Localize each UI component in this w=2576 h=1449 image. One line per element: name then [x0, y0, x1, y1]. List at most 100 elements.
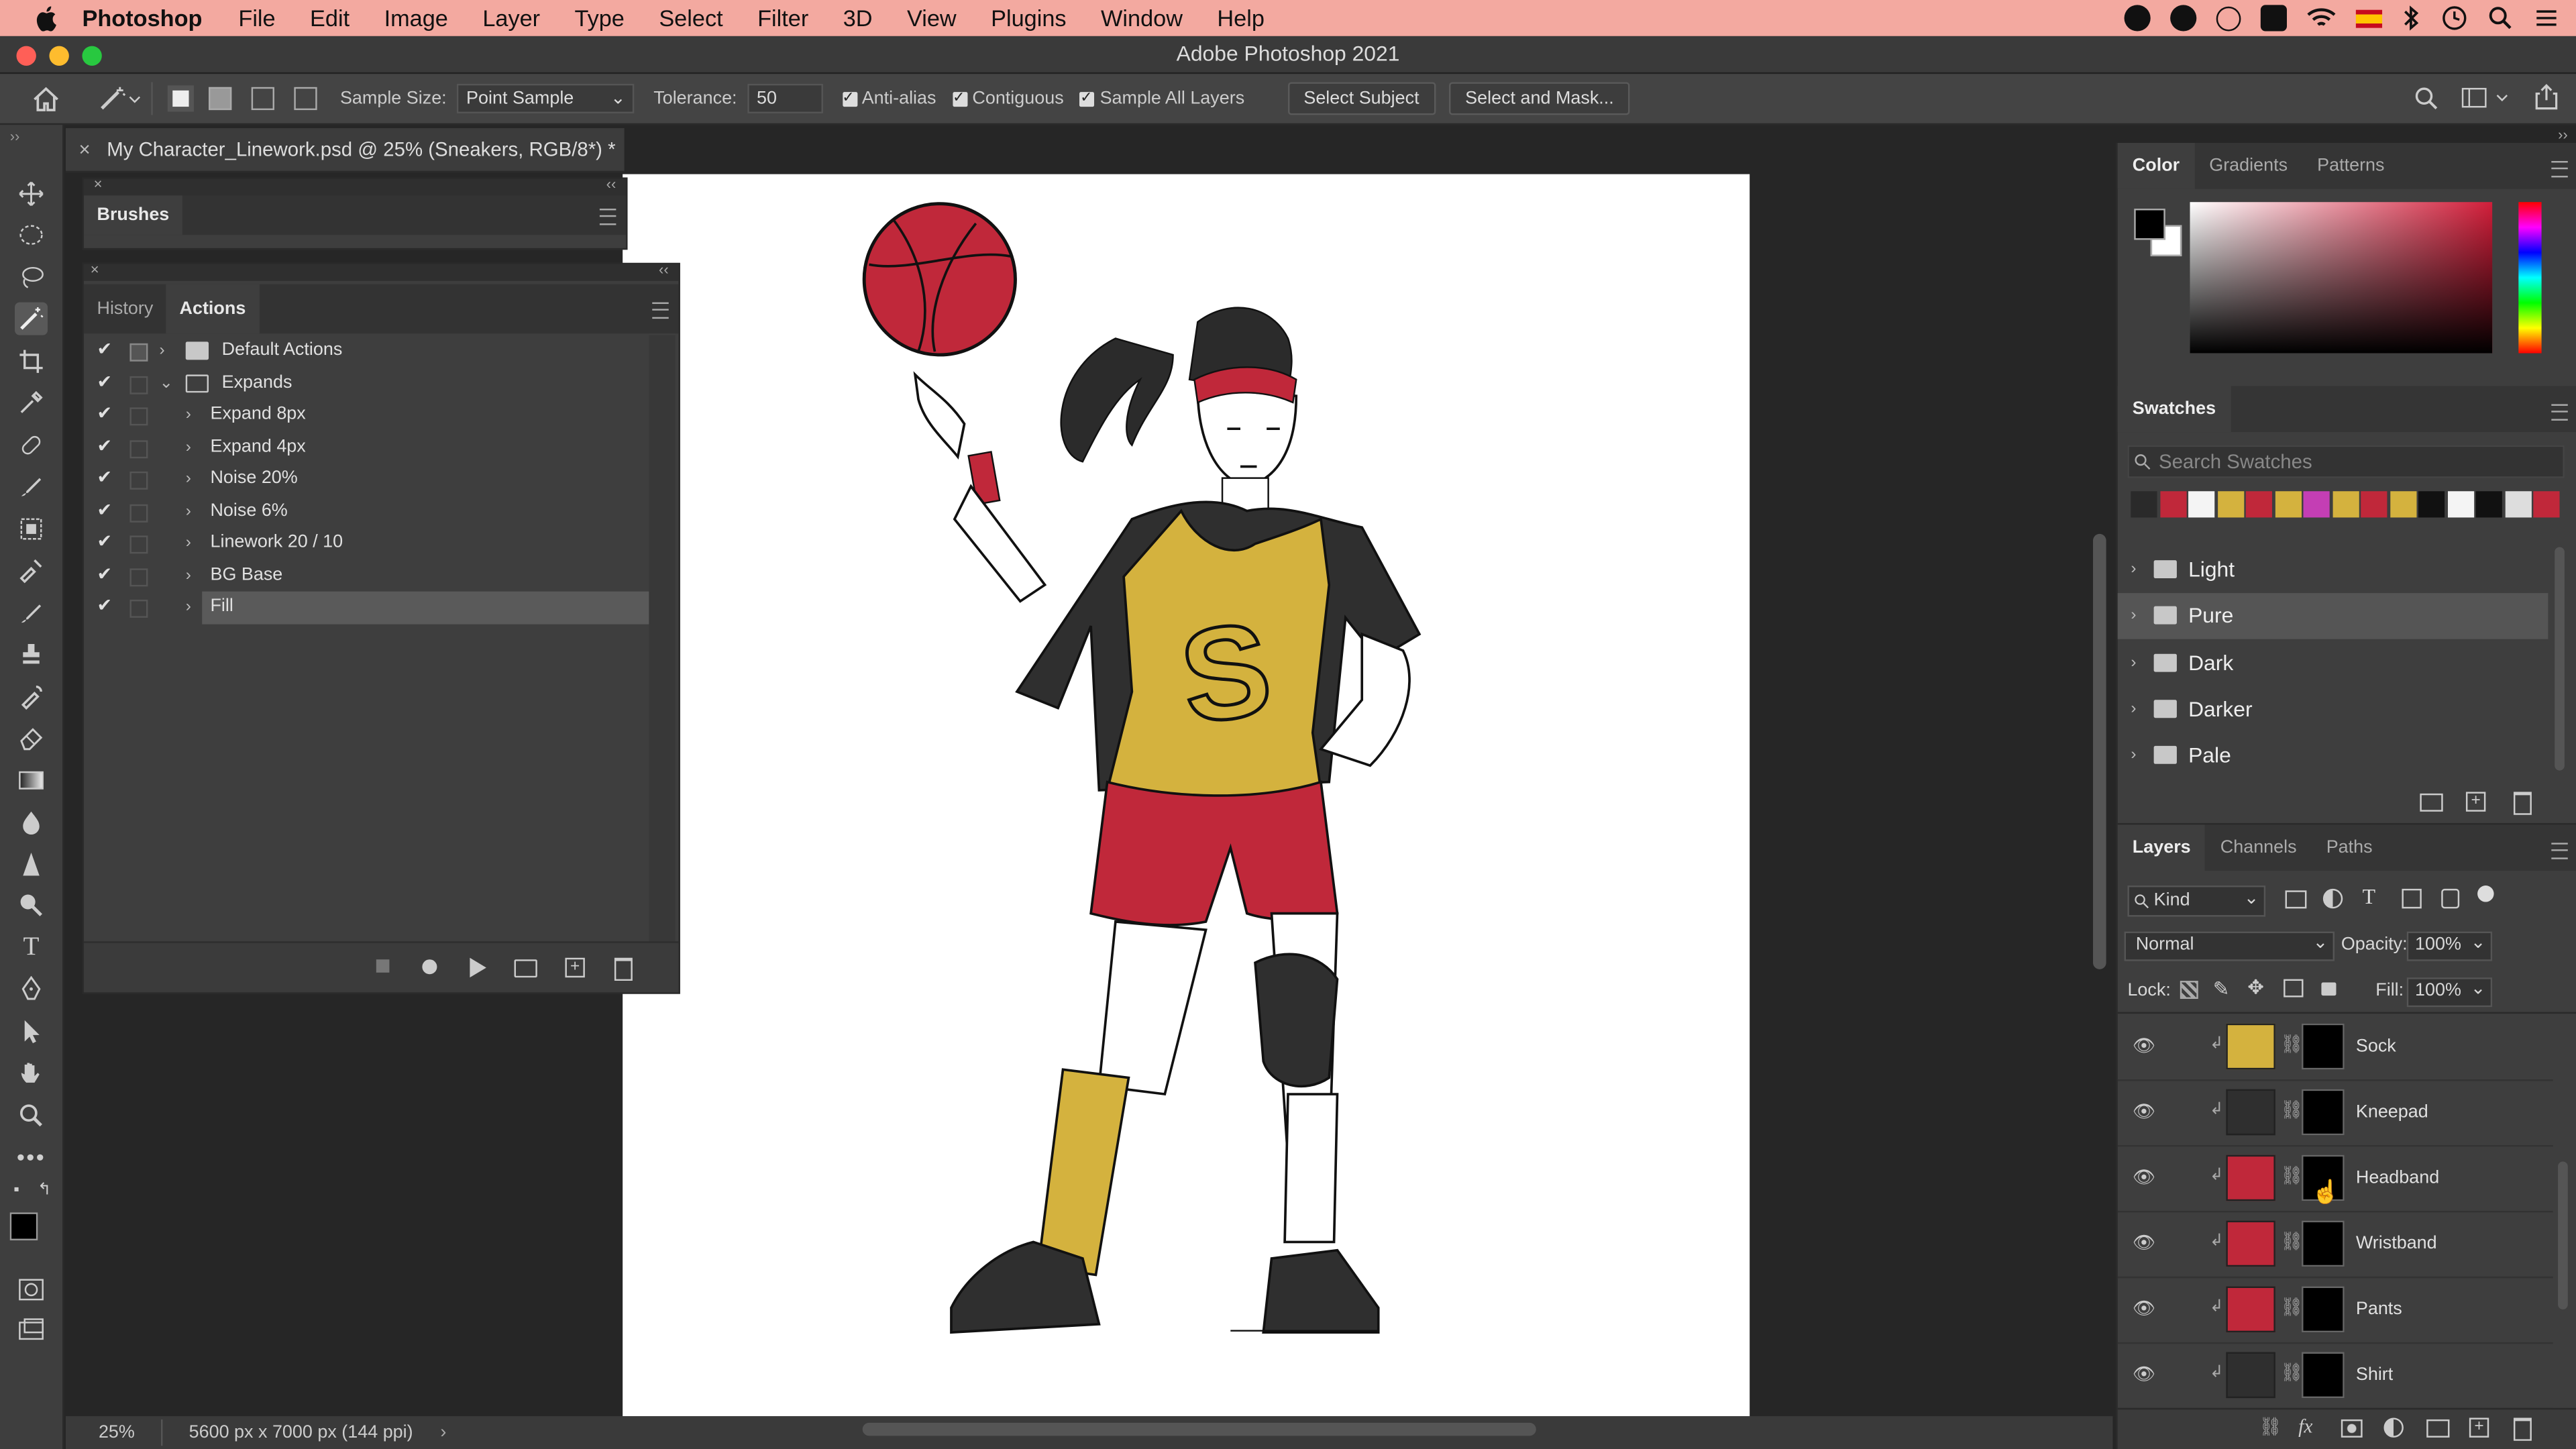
apple-icon[interactable]: [33, 5, 62, 32]
sample-size-select[interactable]: Point Sample ⌄: [456, 83, 634, 113]
chevron-right-icon[interactable]: ›: [186, 464, 191, 496]
visibility-eye-icon[interactable]: 👁: [2133, 1298, 2155, 1321]
new-set-icon[interactable]: [514, 959, 537, 978]
layer-mask-thumbnail[interactable]: [2302, 1220, 2345, 1267]
tab-channels[interactable]: Channels: [2206, 824, 2312, 871]
action-item-selected[interactable]: ✔ › Fill: [84, 591, 653, 624]
hue-slider[interactable]: [2518, 202, 2542, 354]
swatch[interactable]: [2188, 491, 2215, 518]
brushes-panel-header[interactable]: × ‹‹: [83, 176, 627, 196]
layer-thumbnail[interactable]: [2226, 1286, 2275, 1333]
menu-layer[interactable]: Layer: [482, 5, 540, 31]
action-set-default-actions[interactable]: ✔ › Default Actions: [84, 335, 652, 368]
layer-thumbnail[interactable]: [2226, 1023, 2275, 1070]
visibility-eye-icon[interactable]: 👁: [2133, 1101, 2155, 1124]
chevron-right-icon[interactable]: ›: [186, 559, 191, 592]
menu-type[interactable]: Type: [575, 5, 625, 31]
menu-select[interactable]: Select: [659, 5, 722, 31]
status-app-icon-4[interactable]: [2260, 5, 2288, 32]
blur-tool-icon[interactable]: [15, 805, 48, 838]
close-document-icon[interactable]: ×: [79, 138, 91, 161]
stamp-tool-icon[interactable]: [15, 513, 48, 545]
link-icon[interactable]: ⛓: [2280, 1230, 2303, 1252]
layer-row[interactable]: 👁 ↲ ⛓ Pants: [2117, 1277, 2553, 1344]
action-item[interactable]: ✔ › Expand 4px: [84, 431, 652, 464]
filter-smart-objects-icon[interactable]: [2441, 888, 2460, 909]
menu-view[interactable]: View: [907, 5, 957, 31]
layer-name[interactable]: Sock: [2356, 1014, 2396, 1079]
workspace-icon[interactable]: [2461, 87, 2510, 110]
crop-tool-icon[interactable]: [15, 345, 48, 378]
document-canvas[interactable]: S: [623, 174, 1750, 1419]
new-layer-icon[interactable]: +: [2469, 1417, 2489, 1438]
layer-name[interactable]: Pants: [2356, 1277, 2402, 1342]
check-icon[interactable]: ✔: [97, 527, 119, 559]
brush-tool-secondary-icon[interactable]: [15, 596, 48, 629]
swatch[interactable]: [2274, 491, 2301, 518]
dodge-tool-icon[interactable]: [15, 889, 48, 922]
pen-tool-icon[interactable]: [15, 973, 48, 1006]
layer-name[interactable]: Shirt: [2356, 1342, 2393, 1408]
hand-tool-icon[interactable]: [15, 1057, 48, 1089]
chevron-down-icon[interactable]: ⌄: [160, 367, 174, 399]
layer-thumbnail[interactable]: [2226, 1089, 2275, 1136]
layer-filter-kind-select[interactable]: Kind ⌄: [2127, 885, 2266, 917]
chevron-right-icon[interactable]: ›: [440, 1416, 446, 1449]
chevron-right-icon[interactable]: ›: [2131, 593, 2136, 639]
spotlight-search-icon[interactable]: [2487, 5, 2514, 31]
history-brush-tool-icon[interactable]: [15, 553, 48, 586]
layer-thumbnail[interactable]: [2226, 1155, 2275, 1201]
tab-color[interactable]: Color: [2117, 143, 2195, 189]
swatch-group-dark[interactable]: › Dark: [2118, 641, 2548, 687]
select-subject-button[interactable]: Select Subject: [1287, 82, 1436, 115]
menu-edit[interactable]: Edit: [310, 5, 350, 31]
more-tools-icon[interactable]: •••: [15, 1140, 48, 1173]
swatch-group-pure[interactable]: › Pure: [2117, 593, 2548, 639]
path-selection-tool-icon[interactable]: [15, 1015, 48, 1048]
chevron-right-icon[interactable]: ›: [2131, 733, 2136, 779]
menu-3d[interactable]: 3D: [843, 5, 873, 31]
close-panel-icon[interactable]: ×: [91, 261, 99, 277]
menu-window[interactable]: Window: [1101, 5, 1183, 31]
swatch[interactable]: [2390, 491, 2416, 518]
zoom-window-button[interactable]: [82, 46, 102, 66]
tab-brushes[interactable]: Brushes: [83, 195, 182, 235]
panel-menu-icon[interactable]: [652, 302, 669, 319]
wifi-icon[interactable]: [2306, 7, 2336, 30]
lock-artboard-icon[interactable]: [2284, 979, 2304, 998]
dialog-toggle-icon[interactable]: [129, 568, 148, 586]
swatch[interactable]: [2159, 491, 2186, 518]
new-swatch-icon[interactable]: +: [2465, 792, 2486, 812]
swatch[interactable]: [2245, 491, 2272, 518]
swatches-scrollbar[interactable]: [2555, 547, 2565, 771]
document-size-info[interactable]: 5600 px x 7000 px (144 ppi): [189, 1416, 413, 1449]
add-mask-icon[interactable]: [2341, 1419, 2363, 1438]
lock-position-icon[interactable]: ✥: [2247, 976, 2264, 999]
horizontal-scrollbar[interactable]: [862, 1422, 1536, 1436]
sharpen-tool-icon[interactable]: [15, 848, 48, 881]
opacity-input[interactable]: 100% ⌄: [2406, 931, 2493, 961]
filter-type-layers-icon[interactable]: T: [2363, 884, 2375, 910]
stop-recording-icon[interactable]: [376, 959, 390, 973]
record-icon[interactable]: [422, 959, 437, 975]
sample-all-layers-checkbox[interactable]: Sample All Layers: [1080, 88, 1244, 109]
tab-gradients[interactable]: Gradients: [2194, 143, 2302, 189]
check-icon[interactable]: ✔: [97, 431, 119, 464]
type-tool-icon[interactable]: T: [15, 932, 48, 965]
check-icon[interactable]: ✔: [97, 464, 119, 496]
blend-mode-select[interactable]: Normal ⌄: [2124, 931, 2335, 961]
layer-name[interactable]: Kneepad: [2356, 1079, 2428, 1145]
tab-history[interactable]: History: [84, 284, 166, 333]
link-layers-icon[interactable]: ⛓: [2259, 1416, 2282, 1437]
dialog-toggle-icon[interactable]: [129, 343, 148, 362]
tab-swatches[interactable]: Swatches: [2117, 386, 2231, 433]
menu-plugins[interactable]: Plugins: [991, 5, 1066, 31]
select-and-mask-button[interactable]: Select and Mask...: [1448, 82, 1631, 115]
swatch[interactable]: [2504, 491, 2531, 518]
visibility-eye-icon[interactable]: 👁: [2133, 1232, 2155, 1255]
color-field[interactable]: [2190, 202, 2493, 354]
layer-mask-thumbnail[interactable]: [2302, 1089, 2345, 1136]
close-window-button[interactable]: [16, 46, 36, 66]
contiguous-checkbox[interactable]: Contiguous: [952, 88, 1064, 109]
collapse-panel-icon[interactable]: ‹‹: [606, 176, 616, 192]
